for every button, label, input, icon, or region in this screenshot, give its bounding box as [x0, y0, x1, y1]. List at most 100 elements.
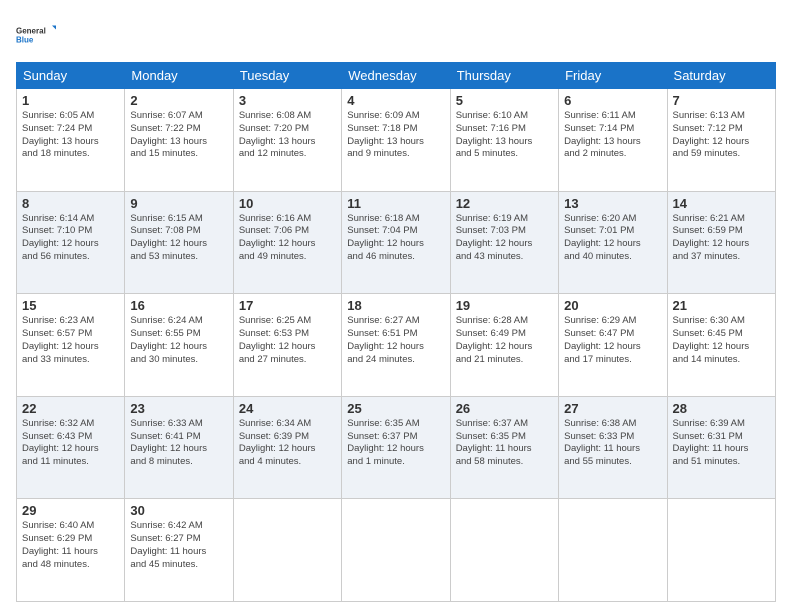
- day-cell: 1 Sunrise: 6:05 AM Sunset: 7:24 PM Daylig…: [17, 89, 125, 192]
- day-cell: 12 Sunrise: 6:19 AM Sunset: 7:03 PM Dayli…: [450, 191, 558, 294]
- week-row-1: 1 Sunrise: 6:05 AM Sunset: 7:24 PM Daylig…: [17, 89, 776, 192]
- day-number: 20: [564, 298, 661, 313]
- day-cell: 13 Sunrise: 6:20 AM Sunset: 7:01 PM Dayli…: [559, 191, 667, 294]
- day-info: Sunrise: 6:29 AM Sunset: 6:47 PM Dayligh…: [564, 315, 661, 366]
- day-info: Sunrise: 6:40 AM Sunset: 6:29 PM Dayligh…: [22, 520, 119, 571]
- day-number: 28: [673, 401, 770, 416]
- day-cell: 29 Sunrise: 6:40 AM Sunset: 6:29 PM Dayli…: [17, 499, 125, 602]
- day-info: Sunrise: 6:30 AM Sunset: 6:45 PM Dayligh…: [673, 315, 770, 366]
- day-info: Sunrise: 6:16 AM Sunset: 7:06 PM Dayligh…: [239, 213, 336, 264]
- day-info: Sunrise: 6:13 AM Sunset: 7:12 PM Dayligh…: [673, 110, 770, 161]
- day-cell: 16Sunrise: 6:24 AM Sunset: 6:55 PM Dayli…: [125, 294, 233, 397]
- day-info: Sunrise: 6:28 AM Sunset: 6:49 PM Dayligh…: [456, 315, 553, 366]
- day-number: 9: [130, 196, 227, 211]
- day-cell: 6 Sunrise: 6:11 AM Sunset: 7:14 PM Daylig…: [559, 89, 667, 192]
- day-cell: [667, 499, 775, 602]
- col-header-thursday: Thursday: [450, 63, 558, 89]
- day-cell: 19 Sunrise: 6:28 AM Sunset: 6:49 PM Dayli…: [450, 294, 558, 397]
- col-header-tuesday: Tuesday: [233, 63, 341, 89]
- day-number: 5: [456, 93, 553, 108]
- day-number: 1: [22, 93, 119, 108]
- day-info: Sunrise: 6:07 AM Sunset: 7:22 PM Dayligh…: [130, 110, 227, 161]
- day-number: 26: [456, 401, 553, 416]
- day-info: Sunrise: 6:35 AM Sunset: 6:37 PM Dayligh…: [347, 418, 444, 469]
- day-number: 16: [130, 298, 227, 313]
- day-number: 13: [564, 196, 661, 211]
- day-cell: 22Sunrise: 6:32 AM Sunset: 6:43 PM Dayli…: [17, 396, 125, 499]
- day-cell: 2 Sunrise: 6:07 AM Sunset: 7:22 PM Daylig…: [125, 89, 233, 192]
- day-info: Sunrise: 6:19 AM Sunset: 7:03 PM Dayligh…: [456, 213, 553, 264]
- day-info: Sunrise: 6:33 AM Sunset: 6:41 PM Dayligh…: [130, 418, 227, 469]
- day-cell: 7 Sunrise: 6:13 AM Sunset: 7:12 PM Daylig…: [667, 89, 775, 192]
- day-cell: 10Sunrise: 6:16 AM Sunset: 7:06 PM Dayli…: [233, 191, 341, 294]
- day-cell: 14 Sunrise: 6:21 AM Sunset: 6:59 PM Dayli…: [667, 191, 775, 294]
- day-info: Sunrise: 6:38 AM Sunset: 6:33 PM Dayligh…: [564, 418, 661, 469]
- day-info: Sunrise: 6:34 AM Sunset: 6:39 PM Dayligh…: [239, 418, 336, 469]
- day-number: 21: [673, 298, 770, 313]
- day-cell: [450, 499, 558, 602]
- calendar-table: SundayMondayTuesdayWednesdayThursdayFrid…: [16, 62, 776, 602]
- day-number: 29: [22, 503, 119, 518]
- day-number: 30: [130, 503, 227, 518]
- day-info: Sunrise: 6:20 AM Sunset: 7:01 PM Dayligh…: [564, 213, 661, 264]
- day-cell: 11 Sunrise: 6:18 AM Sunset: 7:04 PM Dayli…: [342, 191, 450, 294]
- day-number: 4: [347, 93, 444, 108]
- week-row-4: 22Sunrise: 6:32 AM Sunset: 6:43 PM Dayli…: [17, 396, 776, 499]
- day-info: Sunrise: 6:42 AM Sunset: 6:27 PM Dayligh…: [130, 520, 227, 571]
- day-number: 22: [22, 401, 119, 416]
- day-number: 2: [130, 93, 227, 108]
- day-info: Sunrise: 6:14 AM Sunset: 7:10 PM Dayligh…: [22, 213, 119, 264]
- col-header-monday: Monday: [125, 63, 233, 89]
- day-number: 8: [22, 196, 119, 211]
- day-number: 12: [456, 196, 553, 211]
- day-cell: 27 Sunrise: 6:38 AM Sunset: 6:33 PM Dayli…: [559, 396, 667, 499]
- day-cell: 9 Sunrise: 6:15 AM Sunset: 7:08 PM Daylig…: [125, 191, 233, 294]
- day-cell: 21 Sunrise: 6:30 AM Sunset: 6:45 PM Dayli…: [667, 294, 775, 397]
- day-number: 7: [673, 93, 770, 108]
- day-info: Sunrise: 6:05 AM Sunset: 7:24 PM Dayligh…: [22, 110, 119, 161]
- day-info: Sunrise: 6:08 AM Sunset: 7:20 PM Dayligh…: [239, 110, 336, 161]
- day-number: 6: [564, 93, 661, 108]
- day-info: Sunrise: 6:10 AM Sunset: 7:16 PM Dayligh…: [456, 110, 553, 161]
- day-cell: [559, 499, 667, 602]
- day-cell: 17Sunrise: 6:25 AM Sunset: 6:53 PM Dayli…: [233, 294, 341, 397]
- day-number: 27: [564, 401, 661, 416]
- svg-text:General: General: [16, 27, 46, 36]
- day-number: 14: [673, 196, 770, 211]
- day-info: Sunrise: 6:11 AM Sunset: 7:14 PM Dayligh…: [564, 110, 661, 161]
- day-number: 17: [239, 298, 336, 313]
- day-number: 11: [347, 196, 444, 211]
- col-header-sunday: Sunday: [17, 63, 125, 89]
- day-number: 24: [239, 401, 336, 416]
- day-cell: 5 Sunrise: 6:10 AM Sunset: 7:16 PM Daylig…: [450, 89, 558, 192]
- day-cell: 15 Sunrise: 6:23 AM Sunset: 6:57 PM Dayli…: [17, 294, 125, 397]
- col-header-wednesday: Wednesday: [342, 63, 450, 89]
- day-cell: [233, 499, 341, 602]
- day-number: 23: [130, 401, 227, 416]
- logo: General Blue: [16, 16, 56, 54]
- day-number: 3: [239, 93, 336, 108]
- col-header-friday: Friday: [559, 63, 667, 89]
- day-info: Sunrise: 6:23 AM Sunset: 6:57 PM Dayligh…: [22, 315, 119, 366]
- day-info: Sunrise: 6:37 AM Sunset: 6:35 PM Dayligh…: [456, 418, 553, 469]
- day-cell: [342, 499, 450, 602]
- day-number: 15: [22, 298, 119, 313]
- day-info: Sunrise: 6:27 AM Sunset: 6:51 PM Dayligh…: [347, 315, 444, 366]
- day-info: Sunrise: 6:18 AM Sunset: 7:04 PM Dayligh…: [347, 213, 444, 264]
- svg-text:Blue: Blue: [16, 36, 34, 45]
- day-cell: 20 Sunrise: 6:29 AM Sunset: 6:47 PM Dayli…: [559, 294, 667, 397]
- day-cell: 4Sunrise: 6:09 AM Sunset: 7:18 PM Daylig…: [342, 89, 450, 192]
- day-info: Sunrise: 6:15 AM Sunset: 7:08 PM Dayligh…: [130, 213, 227, 264]
- day-cell: 23 Sunrise: 6:33 AM Sunset: 6:41 PM Dayli…: [125, 396, 233, 499]
- week-row-5: 29 Sunrise: 6:40 AM Sunset: 6:29 PM Dayli…: [17, 499, 776, 602]
- day-number: 25: [347, 401, 444, 416]
- logo-svg: General Blue: [16, 16, 56, 54]
- day-cell: 28 Sunrise: 6:39 AM Sunset: 6:31 PM Dayli…: [667, 396, 775, 499]
- day-number: 19: [456, 298, 553, 313]
- col-header-saturday: Saturday: [667, 63, 775, 89]
- week-row-3: 15 Sunrise: 6:23 AM Sunset: 6:57 PM Dayli…: [17, 294, 776, 397]
- header: General Blue: [16, 12, 776, 54]
- day-info: Sunrise: 6:39 AM Sunset: 6:31 PM Dayligh…: [673, 418, 770, 469]
- day-info: Sunrise: 6:21 AM Sunset: 6:59 PM Dayligh…: [673, 213, 770, 264]
- day-cell: 8 Sunrise: 6:14 AM Sunset: 7:10 PM Daylig…: [17, 191, 125, 294]
